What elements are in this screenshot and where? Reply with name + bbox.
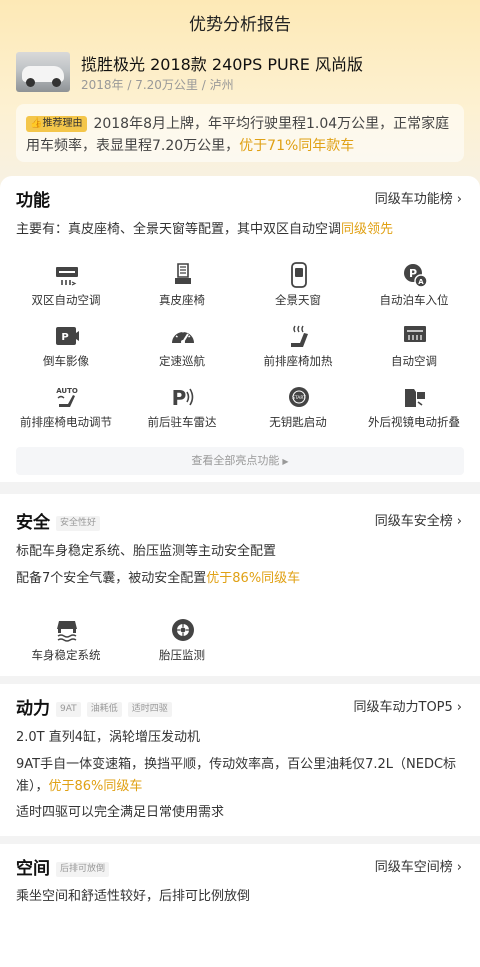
chevron-right-icon: › bbox=[456, 192, 462, 207]
keyless-start-icon: START bbox=[289, 387, 309, 407]
page-title: 优势分析报告 bbox=[189, 15, 291, 35]
safety-feature-item[interactable]: 胎压监测 bbox=[122, 614, 242, 672]
space-chip: 后排可放倒 bbox=[56, 862, 110, 877]
space-section: 空间 后排可放倒 同级车空间榜 › 乘坐空间和舒适性较好，后排可比例放倒 bbox=[0, 844, 480, 967]
function-header: 功能 同级车功能榜 › bbox=[16, 186, 464, 211]
power-header: 动力 9AT 油耗低 适时四驱 同级车动力TOP5 › bbox=[16, 694, 464, 719]
report-header: 优势分析报告 揽胜极光 2018款 240PS PURE 风尚版 2018年 /… bbox=[0, 0, 480, 200]
chevron-right-icon: › bbox=[456, 514, 462, 529]
safety-ranking-link[interactable]: 同级车安全榜 › bbox=[375, 510, 462, 529]
thumbs-up-icon: 👍 bbox=[30, 118, 43, 129]
function-section: 功能 同级车功能榜 › 主要有：真皮座椅、全景天窗等配置，其中双区自动空调同级领先… bbox=[0, 176, 480, 482]
car-name: 揽胜极光 2018款 240PS PURE 风尚版 bbox=[81, 55, 363, 74]
safety-chip: 安全性好 bbox=[56, 516, 101, 531]
recommend-reason-tag: 👍推荐理由 bbox=[26, 116, 88, 132]
feature-item[interactable]: 外后视镜电动折叠 bbox=[354, 381, 474, 439]
space-title: 空间 后排可放倒 bbox=[16, 854, 110, 879]
space-line-1: 乘坐空间和舒适性较好，后排可比例放倒 bbox=[16, 889, 251, 904]
car-meta: 2018年 / 7.20万公里 / 泸州 bbox=[81, 78, 234, 92]
svg-text:A: A bbox=[418, 278, 424, 286]
dual-zone-ac-icon bbox=[56, 267, 78, 286]
power-chip: 9AT bbox=[56, 702, 81, 717]
reverse-camera-icon: P bbox=[56, 327, 79, 345]
feature-item[interactable]: 双区自动空调 bbox=[6, 259, 126, 317]
safety-feature-item[interactable]: 车身稳定系统 bbox=[6, 614, 126, 672]
power-chip: 油耗低 bbox=[86, 702, 122, 717]
power-line-1: 2.0T 直列4缸，涡轮增压发动机 bbox=[16, 730, 201, 745]
safety-header: 安全 安全性好 同级车安全榜 › bbox=[16, 508, 464, 533]
power-ranking-link[interactable]: 同级车动力TOP5 › bbox=[354, 696, 463, 715]
safety-section: 安全 安全性好 同级车安全榜 › 标配车身稳定系统、胎压监测等主动安全配置 配备7个… bbox=[0, 494, 480, 676]
reason-text: 2018年8月上牌，年平均行驶里程1.04万公里，正常家庭用车频率，表显里程7.… bbox=[26, 116, 450, 154]
safety-title: 安全 安全性好 bbox=[16, 508, 101, 533]
feature-item[interactable]: 全景天窗 bbox=[238, 259, 358, 317]
safety-line-2: 配备7个安全气囊，被动安全配置优于86%同级车 bbox=[16, 571, 301, 586]
seat-heating-icon bbox=[291, 325, 308, 347]
feature-item[interactable]: 真皮座椅 bbox=[122, 259, 242, 317]
power-chip: 适时四驱 bbox=[127, 702, 172, 717]
auto-ac-icon bbox=[404, 326, 426, 342]
function-ranking-link[interactable]: 同级车功能榜 › bbox=[375, 188, 462, 207]
leather-seat-icon bbox=[175, 263, 191, 284]
feature-item[interactable]: P A 自动泊车入位 bbox=[354, 259, 474, 317]
space-header: 空间 后排可放倒 同级车空间榜 › bbox=[16, 854, 464, 879]
cruise-control-icon bbox=[172, 331, 194, 344]
svg-text:AUTO: AUTO bbox=[56, 387, 78, 395]
parking-radar-icon: P bbox=[172, 386, 194, 410]
recommend-reason-card: 👍推荐理由 2018年8月上牌，年平均行驶里程1.04万公里，正常家庭用车频率，表… bbox=[16, 104, 464, 162]
stability-control-icon bbox=[57, 621, 77, 642]
function-title: 功能 bbox=[16, 191, 50, 211]
chevron-right-icon: › bbox=[456, 860, 462, 875]
view-all-features-button[interactable]: 查看全部亮点功能 ▶ bbox=[16, 447, 464, 475]
car-thumbnail bbox=[16, 52, 70, 92]
svg-text:P: P bbox=[61, 332, 68, 343]
svg-text:START: START bbox=[292, 395, 306, 401]
tire-pressure-icon bbox=[172, 619, 194, 641]
function-summary: 主要有：真皮座椅、全景天窗等配置，其中双区自动空调同级领先 bbox=[16, 222, 394, 237]
power-section: 动力 9AT 油耗低 适时四驱 同级车动力TOP5 › 2.0T 直列4缸，涡轮增压发动… bbox=[0, 684, 480, 836]
feature-item[interactable]: START 无钥匙启动 bbox=[238, 381, 358, 439]
space-ranking-link[interactable]: 同级车空间榜 › bbox=[375, 856, 462, 875]
feature-item[interactable]: 前排座椅加热 bbox=[238, 320, 358, 378]
power-seat-icon: AUTO bbox=[56, 387, 78, 407]
feature-item[interactable]: 定速巡航 bbox=[122, 320, 242, 378]
triangle-right-icon: ▶ bbox=[282, 457, 289, 466]
feature-item[interactable]: P 前后驻车雷达 bbox=[122, 381, 242, 439]
svg-text:P: P bbox=[172, 386, 187, 410]
auto-parking-icon: P A bbox=[404, 264, 428, 288]
feature-item[interactable]: AUTO 前排座椅电动调节 bbox=[6, 381, 126, 439]
feature-item[interactable]: 自动空调 bbox=[354, 320, 474, 378]
feature-item[interactable]: P 倒车影像 bbox=[6, 320, 126, 378]
reason-highlight: 优于71%同年款车 bbox=[239, 138, 355, 154]
power-title: 动力 9AT 油耗低 适时四驱 bbox=[16, 694, 172, 719]
power-line-2: 9AT手自一体变速箱，换挡平顺，传动效率高，百公里油耗仅7.2L（NEDC标准）… bbox=[16, 757, 457, 794]
mirror-fold-icon bbox=[405, 389, 425, 407]
power-line-3: 适时四驱可以完全满足日常使用需求 bbox=[16, 805, 225, 820]
car-info[interactable]: 揽胜极光 2018款 240PS PURE 风尚版 2018年 / 7.20万公… bbox=[16, 50, 466, 96]
safety-line-1: 标配车身稳定系统、胎压监测等主动安全配置 bbox=[16, 544, 277, 559]
panoramic-sunroof-icon bbox=[291, 262, 307, 288]
chevron-right-icon: › bbox=[456, 700, 462, 715]
